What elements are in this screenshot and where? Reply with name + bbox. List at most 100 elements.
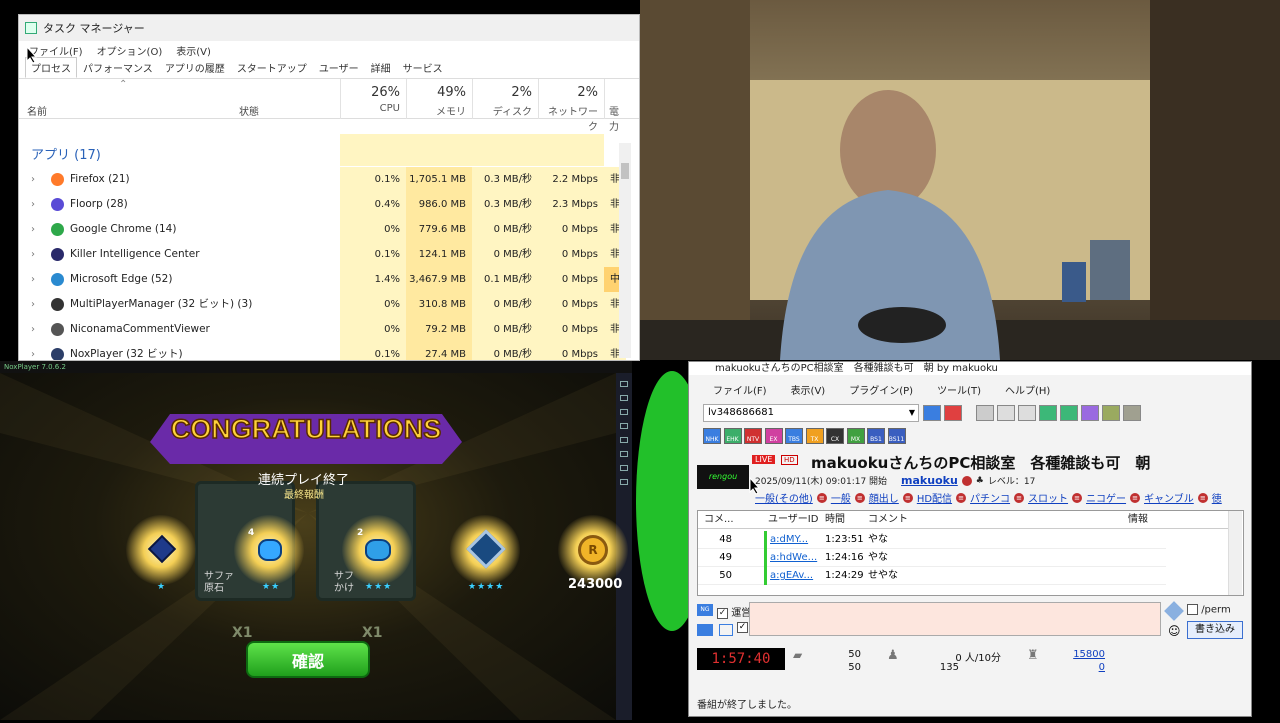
nox-tool-7[interactable] [620, 465, 628, 471]
category-tag[interactable]: 一般 [831, 490, 851, 505]
tab-app-history[interactable]: アプリの履歴 [159, 57, 231, 78]
channel-button-ehk[interactable]: EHK [723, 428, 742, 444]
upload-icon[interactable] [1039, 405, 1057, 421]
owner-link[interactable]: makuoku [901, 474, 958, 487]
tool-icon-2[interactable] [997, 405, 1015, 421]
tab-services[interactable]: サービス [397, 57, 449, 78]
comment-userid[interactable]: a:dMY... [764, 531, 808, 549]
ncv-menu-view[interactable]: 表示(V) [791, 382, 826, 397]
nox-tool-2[interactable] [620, 395, 628, 401]
category-ng-icon[interactable]: ≡ [816, 492, 827, 503]
process-row[interactable]: › Microsoft Edge (52) 1.4% 3,467.9 MB 0.1 MB… [19, 267, 626, 292]
expand-chevron-icon[interactable]: › [31, 167, 45, 192]
hdr-comment[interactable]: コメント [868, 511, 908, 529]
expand-chevron-icon[interactable]: › [31, 242, 45, 267]
users-icon[interactable] [1060, 405, 1078, 421]
comment-row[interactable]: 50 a:gEAv... 1:24:29 せやな [698, 567, 1166, 585]
col-cpu[interactable]: 26% CPU [340, 79, 406, 119]
channel-button-bs11[interactable]: BS11 [887, 428, 906, 444]
program-thumbnail[interactable]: rengou [697, 465, 749, 489]
menu-view[interactable]: 表示(V) [176, 43, 211, 58]
unei-checkbox[interactable]: ✓ 運営 [717, 604, 751, 619]
category-tag[interactable]: HD配信 [917, 490, 952, 505]
col-memory[interactable]: 49% メモリ [406, 79, 472, 119]
ng-button-icon[interactable]: NG [697, 604, 713, 616]
tool-icon-3[interactable] [1018, 405, 1036, 421]
category-tag[interactable]: ニコゲー [1086, 490, 1126, 505]
category-tag[interactable]: 顔出し [869, 490, 899, 505]
channel-button-ex[interactable]: EX [764, 428, 783, 444]
category-tag[interactable]: ギャンブル [1144, 490, 1194, 505]
pen-icon[interactable] [1164, 601, 1184, 621]
expand-chevron-icon[interactable]: › [31, 342, 45, 360]
refresh-icon[interactable] [976, 405, 994, 421]
connect-icon[interactable] [923, 405, 941, 421]
col-network[interactable]: 2% ネットワーク [538, 79, 604, 133]
channel-button-nhk[interactable]: NHK [703, 428, 721, 444]
list-icon[interactable] [719, 624, 733, 636]
hdr-time[interactable]: 時間 [825, 511, 845, 529]
ng-icon[interactable] [1102, 405, 1120, 421]
ncv-titlebar[interactable]: makuokuさんちのPC相談室 各種雑談も可 朝 by makuoku [689, 362, 1251, 375]
process-row[interactable]: › Google Chrome (14) 0% 779.6 MB 0 MB/秒 0 Mbp… [19, 217, 626, 242]
live-id-combobox[interactable]: lv348686681 ▼ [703, 404, 919, 422]
nox-titlebar[interactable]: NoxPlayer 7.0.6.2 [0, 361, 632, 373]
ncv-menu-help[interactable]: ヘルプ(H) [1005, 382, 1050, 397]
perm-checkbox[interactable]: /perm [1187, 604, 1231, 616]
nox-tool-8[interactable] [620, 479, 628, 485]
nox-tool-5[interactable] [620, 437, 628, 443]
ncv-menu-plugin[interactable]: プラグイン(P) [849, 382, 913, 397]
nox-tool-6[interactable] [620, 451, 628, 457]
write-button[interactable]: 書き込み [1187, 621, 1243, 639]
nox-tool-1[interactable] [620, 381, 628, 387]
col-power[interactable]: . 電力 [604, 79, 634, 133]
tab-performance[interactable]: パフォーマンス [77, 57, 159, 78]
owner-ng-icon[interactable] [961, 475, 972, 486]
comment-row[interactable]: 49 a:hdWe... 1:24:16 やな [698, 549, 1166, 567]
gear-icon[interactable] [1123, 405, 1141, 421]
process-row[interactable]: › Firefox (21) 0.1% 1,705.1 MB 0.3 MB/秒 2.2 M… [19, 167, 626, 192]
tab-users[interactable]: ユーザー [313, 57, 365, 78]
category-tag[interactable]: パチンコ [970, 490, 1010, 505]
confirm-button[interactable]: 確認 [246, 641, 370, 678]
scroll-thumb[interactable] [621, 163, 629, 179]
hdr-userid[interactable]: ユーザーID [768, 511, 818, 529]
expand-chevron-icon[interactable]: › [31, 317, 45, 342]
comment-input[interactable] [749, 602, 1161, 636]
ncv-menu-tool[interactable]: ツール(T) [937, 382, 981, 397]
disconnect-icon[interactable] [944, 405, 962, 421]
nox-tool-3[interactable] [620, 409, 628, 415]
group-apps[interactable]: アプリ (17) [31, 144, 101, 163]
category-ng-icon[interactable]: ≡ [902, 492, 913, 503]
expand-chevron-icon[interactable]: › [31, 267, 45, 292]
dropdown-arrow-icon[interactable]: ▼ [909, 405, 915, 421]
ncv-menu-file[interactable]: ファイル(F) [713, 382, 767, 397]
search-icon[interactable] [1081, 405, 1099, 421]
category-ng-icon[interactable]: ≡ [1130, 492, 1141, 503]
channel-button-ntv[interactable]: NTV [744, 428, 762, 444]
process-row[interactable]: › MultiPlayerManager (32 ビット) (3) 0% 310.8 … [19, 292, 626, 317]
tab-details[interactable]: 詳細 [365, 57, 397, 78]
col-status[interactable]: 状態 [239, 103, 259, 118]
option-checkbox[interactable]: ✓ [737, 622, 748, 633]
comment-userid[interactable]: a:gEAv... [764, 567, 813, 585]
channel-button-cx[interactable]: CX [826, 428, 844, 444]
category-ng-icon[interactable]: ≡ [1197, 492, 1208, 503]
task-manager-titlebar[interactable]: タスク マネージャー [19, 15, 639, 41]
menu-options[interactable]: オプション(O) [97, 43, 163, 58]
channel-button-bs1[interactable]: BS1 [867, 428, 885, 444]
category-tag[interactable]: 一般(その他) [755, 490, 813, 505]
keyboard-icon[interactable] [697, 624, 713, 636]
points2-link[interactable]: 0 [1061, 662, 1105, 673]
points-link[interactable]: 15800 [1061, 649, 1105, 660]
process-row[interactable]: › Killer Intelligence Center 0.1% 124.1 MB 0… [19, 242, 626, 267]
nox-tool-4[interactable] [620, 423, 628, 429]
channel-button-tbs[interactable]: TBS [785, 428, 803, 444]
category-ng-icon[interactable]: ≡ [854, 492, 865, 503]
category-tag[interactable]: スロット [1028, 490, 1068, 505]
col-name[interactable]: 名前 [27, 103, 47, 118]
process-scrollbar[interactable] [619, 143, 631, 358]
channel-button-mx[interactable]: MX [846, 428, 865, 444]
channel-button-tx[interactable]: TX [805, 428, 824, 444]
comment-scrollbar[interactable] [1228, 511, 1242, 595]
